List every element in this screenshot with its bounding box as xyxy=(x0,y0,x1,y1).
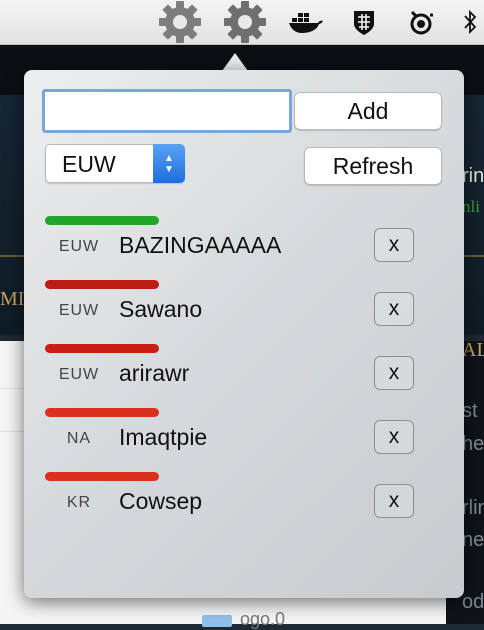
remove-button[interactable]: x xyxy=(374,228,414,262)
background-text: MI xyxy=(0,288,25,310)
folder-label: ogo.0 xyxy=(240,609,286,629)
summoner-row: NA Imaqtpie x xyxy=(24,408,464,472)
status-bar xyxy=(45,344,159,353)
summoner-name: Sawano xyxy=(119,296,203,322)
region-select[interactable]: EUW ▲ ▼ xyxy=(45,144,185,183)
remove-button[interactable]: x xyxy=(374,420,414,454)
summoner-row: EUW BAZINGAAAAA x xyxy=(24,216,464,280)
summoner-region: EUW xyxy=(58,302,100,319)
background-text: rin xyxy=(462,165,484,187)
remove-button[interactable]: x xyxy=(374,484,414,518)
background-text: nli xyxy=(462,197,480,216)
docker-icon[interactable] xyxy=(286,0,326,44)
folder-icon xyxy=(202,615,232,627)
gear-icon[interactable] xyxy=(215,0,275,44)
summoner-name: Cowsep xyxy=(119,488,203,514)
summoner-row: EUW arirawr x xyxy=(24,344,464,408)
remove-button[interactable]: x xyxy=(374,356,414,390)
status-bar xyxy=(45,408,159,417)
summoner-region: EUW xyxy=(58,238,100,255)
summoner-region: NA xyxy=(66,430,92,447)
add-button[interactable]: Add xyxy=(294,92,442,130)
summoner-name: Imaqtpie xyxy=(119,424,208,450)
summoner-name-input[interactable] xyxy=(42,89,292,133)
region-select-value: EUW xyxy=(62,151,116,177)
refresh-button[interactable]: Refresh xyxy=(304,147,442,185)
summoner-name: BAZINGAAAAA xyxy=(119,232,282,258)
popover-arrow xyxy=(222,53,248,71)
remove-button[interactable]: x xyxy=(374,292,414,326)
background-text: st xyxy=(462,400,478,422)
summoner-region: KR xyxy=(66,494,92,511)
summoner-region: EUW xyxy=(58,366,100,383)
status-bar xyxy=(45,280,159,289)
select-stepper-icon: ▲ ▼ xyxy=(153,144,185,183)
status-bar xyxy=(45,472,159,481)
background-text: ne xyxy=(462,529,484,551)
summoner-row: KR Cowsep x xyxy=(24,472,464,536)
shield-icon[interactable] xyxy=(347,0,381,44)
summoner-name: arirawr xyxy=(119,360,190,386)
status-bar xyxy=(45,216,159,225)
background-text: od xyxy=(462,591,484,613)
steelseries-icon[interactable] xyxy=(401,0,441,44)
summoner-popover: Add EUW ▲ ▼ Refresh EUW BAZINGAAAAA x EUW… xyxy=(24,70,464,598)
background-text: he xyxy=(462,433,484,455)
summoner-row: EUW Sawano x xyxy=(24,280,464,344)
bluetooth-icon[interactable] xyxy=(457,0,483,44)
menu-bar xyxy=(0,0,484,45)
gear-icon[interactable] xyxy=(155,0,205,44)
background-text: AL xyxy=(462,339,484,361)
background-text: rlin xyxy=(462,497,484,519)
